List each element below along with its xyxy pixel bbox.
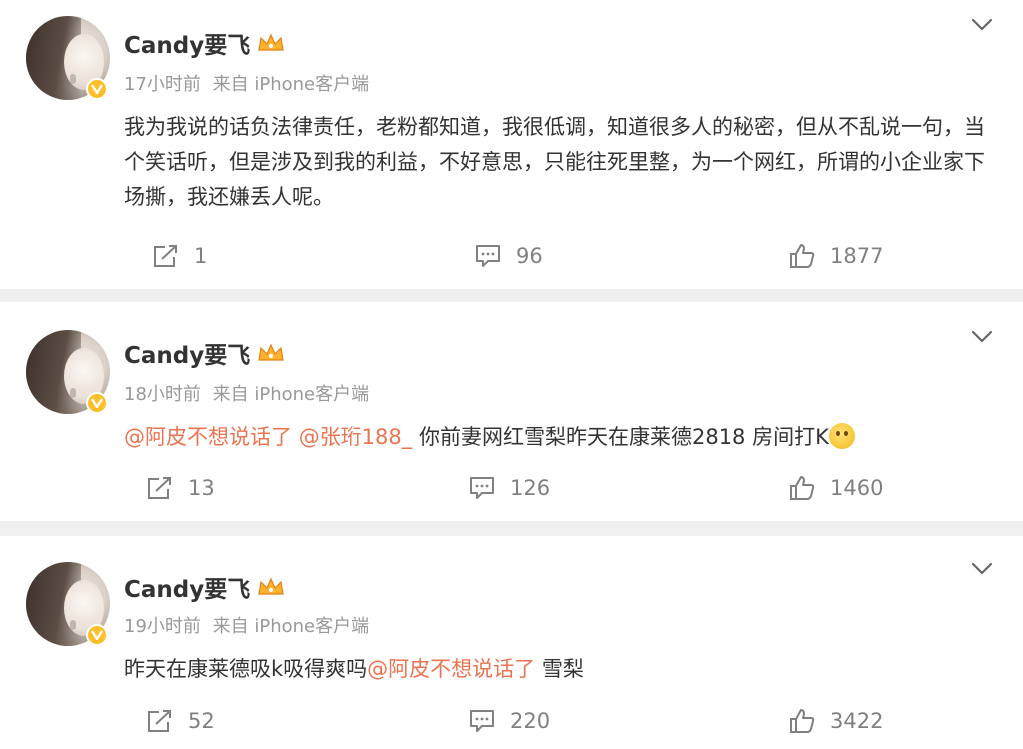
comment-icon (476, 245, 500, 267)
verified-badge-icon (86, 392, 108, 414)
post-text: 昨天在康莱德吸k吸得爽吗@阿皮不想说话了 雪梨 (124, 652, 993, 687)
comment-button[interactable]: 96 (474, 236, 543, 276)
comment-icon (470, 477, 494, 499)
post-text: 我为我说的话负法律责任，老粉都知道，我很低调，知道很多人的秘密，但从不乱说一句，… (124, 115, 985, 209)
chevron-down-icon[interactable] (971, 562, 993, 576)
author-name-row: Candy要飞 (124, 570, 286, 604)
like-button[interactable]: 3422 (788, 701, 883, 741)
post-meta: 18小时前 来自 iPhone客户端 (124, 380, 375, 406)
post-actions: 52 220 3422 (0, 701, 1023, 741)
like-count: 1877 (830, 244, 884, 268)
post-text: @阿皮不想说话了 @张珩188_ 你前妻网红雪梨昨天在康莱德2818 房间打K (124, 420, 993, 455)
repost-icon (148, 710, 171, 732)
author-name-row: Candy要飞 (124, 336, 286, 370)
post-card: Candy要飞 19小时前 来自 iPhone客户端 昨天在康莱德吸k吸得爽吗@… (0, 536, 1023, 749)
repost-count: 52 (188, 709, 215, 733)
like-icon (790, 244, 815, 268)
comment-icon (470, 710, 494, 732)
comment-button[interactable]: 220 (468, 701, 550, 741)
repost-icon (148, 477, 171, 499)
crown-icon[interactable] (256, 576, 286, 598)
post-source: 来自 iPhone客户端 (212, 74, 370, 95)
crown-icon[interactable] (256, 342, 286, 364)
like-button[interactable]: 1877 (788, 236, 883, 276)
author-name-row: Candy要飞 (124, 26, 286, 60)
emoji-icon (828, 423, 855, 449)
like-icon (790, 476, 815, 500)
comment-count: 220 (510, 709, 551, 733)
comment-button[interactable]: 126 (468, 468, 550, 508)
post-time[interactable]: 18小时前 (124, 384, 201, 405)
post-text-body: 雪梨 (535, 657, 584, 681)
author-name[interactable]: Candy要飞 (124, 336, 250, 370)
repost-button[interactable]: 1 (152, 236, 207, 276)
author-name[interactable]: Candy要飞 (124, 26, 250, 60)
author-name[interactable]: Candy要飞 (124, 570, 250, 604)
post-text-body: 你前妻网红雪梨昨天在康莱德2818 房间打K (418, 425, 829, 449)
post-card: Candy要飞 17小时前 来自 iPhone客户端 我为我说的话负法律责任，老… (0, 0, 1023, 289)
chevron-down-icon[interactable] (971, 18, 993, 32)
post-meta: 17小时前 来自 iPhone客户端 (124, 70, 375, 96)
like-count: 1460 (830, 476, 884, 500)
repost-count: 1 (194, 244, 208, 268)
post-time[interactable]: 19小时前 (124, 616, 201, 637)
verified-badge-icon (86, 624, 108, 646)
mention-link[interactable]: @张珩188_ (299, 425, 413, 449)
like-count: 3422 (830, 709, 884, 733)
like-button[interactable]: 1460 (788, 468, 883, 508)
like-icon (790, 709, 815, 733)
post-time[interactable]: 17小时前 (124, 74, 201, 95)
comment-count: 96 (516, 244, 543, 268)
verified-badge-icon (86, 78, 108, 100)
post-actions: 13 126 1460 (0, 468, 1023, 508)
chevron-down-icon[interactable] (971, 330, 993, 344)
crown-icon[interactable] (256, 32, 286, 54)
post-card: Candy要飞 18小时前 来自 iPhone客户端 @阿皮不想说话了 @张珩1… (0, 302, 1023, 521)
post-actions: 1 96 1877 (0, 236, 1023, 276)
repost-button[interactable]: 13 (146, 468, 215, 508)
post-meta: 19小时前 来自 iPhone客户端 (124, 612, 375, 638)
post-text-body: 昨天在康莱德吸k吸得爽吗 (124, 657, 368, 681)
mention-link[interactable]: @阿皮不想说话了 (367, 657, 535, 681)
repost-count: 13 (188, 476, 215, 500)
repost-button[interactable]: 52 (146, 701, 215, 741)
post-source: 来自 iPhone客户端 (212, 616, 370, 637)
mention-link[interactable]: @阿皮不想说话了 (124, 425, 292, 449)
post-source: 来自 iPhone客户端 (212, 384, 370, 405)
comment-count: 126 (510, 476, 551, 500)
repost-icon (154, 245, 177, 267)
